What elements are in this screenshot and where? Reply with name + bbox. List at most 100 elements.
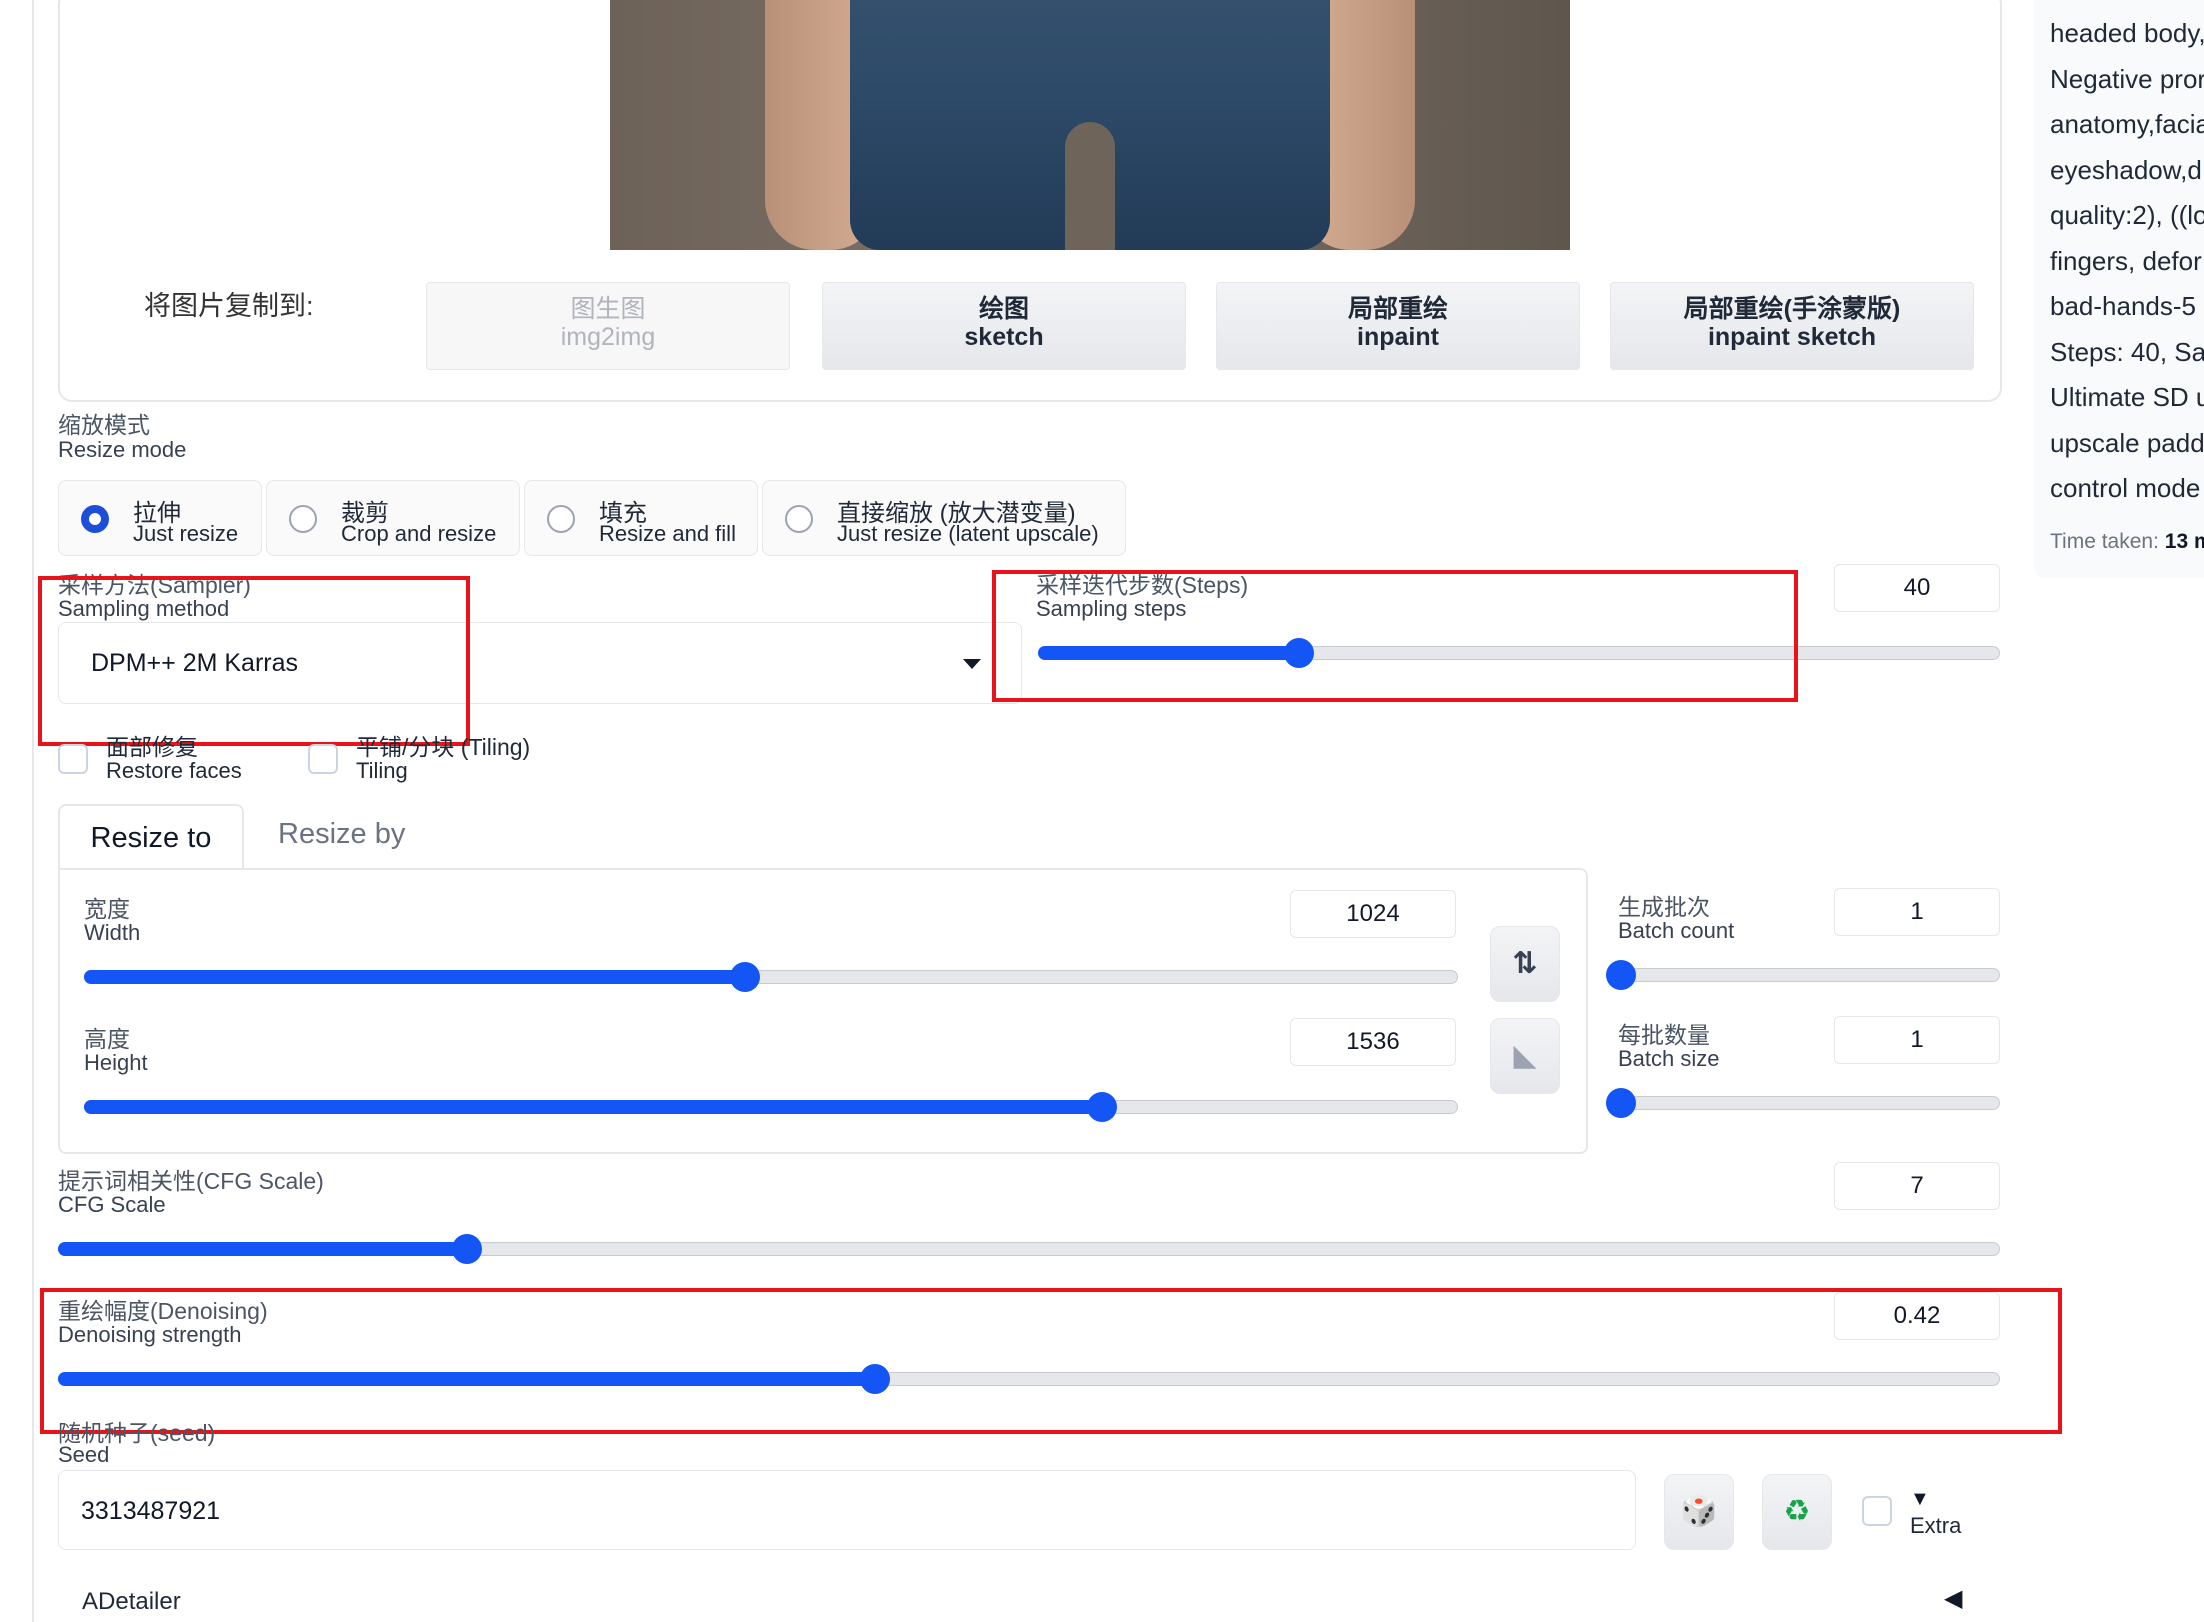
cfg-slider-thumb[interactable] xyxy=(452,1234,482,1264)
batch-size-slider-thumb[interactable] xyxy=(1606,1088,1636,1118)
resize-option-en: Crop and resize xyxy=(341,521,497,546)
resize-option-just-resize[interactable]: 拉伸 Just resize xyxy=(58,480,262,556)
highlight-denoise xyxy=(40,1288,2062,1434)
reuse-seed-button[interactable]: ♻ xyxy=(1762,1474,1832,1550)
random-seed-button[interactable]: 🎲 xyxy=(1664,1474,1734,1550)
ruler-icon: ◣ xyxy=(1513,1039,1537,1072)
resize-mode-label-zh: 缩放模式 xyxy=(58,412,150,438)
time-taken-label: Time taken: xyxy=(2050,530,2165,553)
height-label-zh: 高度 xyxy=(84,1026,130,1052)
adetailer-accordion-label[interactable]: ADetailer xyxy=(82,1588,181,1616)
batch-count-label-zh: 生成批次 xyxy=(1618,894,1710,920)
height-slider[interactable] xyxy=(84,1092,1458,1122)
info-line: Ultimate SD u xyxy=(2050,382,2204,412)
dice-icon: 🎲 xyxy=(1680,1495,1718,1528)
height-slider-fill xyxy=(84,1100,1103,1114)
seed-label-en: Seed xyxy=(58,1442,110,1467)
radio-unselected-icon xyxy=(547,505,575,533)
swap-dimensions-button[interactable]: ⇅ xyxy=(1490,926,1560,1002)
copy-inpaint-en: inpaint xyxy=(1357,323,1439,351)
highlight-sampler xyxy=(38,576,470,746)
time-taken-value: 13 m xyxy=(2164,530,2204,553)
width-label-zh: 宽度 xyxy=(84,896,130,922)
batch-size-number-input[interactable]: 1 xyxy=(1834,1016,2000,1064)
tiling-label-en: Tiling xyxy=(356,758,408,783)
info-line: eyeshadow,d xyxy=(2050,154,2202,185)
resize-option-en: Resize and fill xyxy=(599,521,736,546)
batch-count-slider-thumb[interactable] xyxy=(1606,960,1636,990)
restore-faces-label-en: Restore faces xyxy=(106,758,242,783)
seed-input[interactable]: 3313487921 xyxy=(58,1470,1636,1550)
tiling-checkbox[interactable] xyxy=(308,744,338,774)
radio-unselected-icon xyxy=(785,505,813,533)
copy-inpaint-sketch-en: inpaint sketch xyxy=(1707,323,1877,351)
width-slider-fill xyxy=(84,970,746,984)
width-number-input[interactable]: 1024 xyxy=(1290,890,1456,938)
resize-option-fill[interactable]: 填充 Resize and fill xyxy=(524,480,758,556)
extra-seed-checkbox[interactable] xyxy=(1862,1496,1892,1526)
copy-img2img-zh: 图生图 xyxy=(570,295,646,323)
info-line: headed body, xyxy=(2050,18,2204,48)
cfg-slider[interactable] xyxy=(58,1234,2000,1264)
resize-option-en: Just resize (latent upscale) xyxy=(837,521,1099,546)
cfg-slider-fill xyxy=(58,1242,468,1256)
info-line: fingers, defor xyxy=(2050,245,2202,276)
info-line: Steps: 40, Sar xyxy=(2050,336,2204,367)
left-divider xyxy=(32,0,34,1622)
copy-inpaint-sketch-zh: 局部重绘(手涂蒙版) xyxy=(1683,295,1901,323)
info-line: upscale padd xyxy=(2050,427,2204,458)
extra-label[interactable]: Extra xyxy=(1910,1514,1961,1538)
resize-option-en: Just resize xyxy=(133,521,239,546)
aspect-ratio-button[interactable]: ◣ xyxy=(1490,1018,1560,1094)
output-image-panel: 将图片复制到: 图生图 img2img 绘图 sketch 局部重绘 inpai… xyxy=(58,0,2002,402)
time-taken: Time taken: 13 m xyxy=(2050,530,2204,554)
tiling-label-zh: 平铺/分块 (Tiling) xyxy=(356,734,531,760)
resize-option-latent[interactable]: 直接缩放 (放大潜变量) Just resize (latent upscale… xyxy=(762,480,1126,556)
seed-value: 3313487921 xyxy=(81,1497,221,1525)
triangle-down-icon: ▼ xyxy=(1910,1488,1930,1510)
copy-inpaint-button[interactable]: 局部重绘 inpaint xyxy=(1216,282,1580,370)
copy-to-label: 将图片复制到: xyxy=(144,291,314,321)
batch-size-label-en: Batch size xyxy=(1618,1046,1720,1071)
info-line: control mode xyxy=(2050,473,2201,503)
height-slider-thumb[interactable] xyxy=(1087,1092,1117,1122)
cfg-label-zh: 提示词相关性(CFG Scale) xyxy=(58,1168,324,1194)
batch-size-slider[interactable] xyxy=(1606,1088,2000,1118)
cfg-label-en: CFG Scale xyxy=(58,1192,166,1217)
copy-sketch-button[interactable]: 绘图 sketch xyxy=(822,282,1186,370)
info-line: Negative pror xyxy=(2050,63,2204,94)
batch-count-number-input[interactable]: 1 xyxy=(1834,888,2000,936)
batch-size-label-zh: 每批数量 xyxy=(1618,1022,1710,1048)
recycle-icon: ♻ xyxy=(1783,1495,1811,1528)
copy-inpaint-zh: 局部重绘 xyxy=(1347,295,1448,323)
swap-icon: ⇅ xyxy=(1512,947,1538,980)
batch-count-slider[interactable] xyxy=(1606,960,2000,990)
restore-faces-label-zh: 面部修复 xyxy=(106,734,198,760)
restore-faces-checkbox[interactable] xyxy=(58,744,88,774)
batch-count-label-en: Batch count xyxy=(1618,918,1735,943)
info-line: quality:2), ((lo xyxy=(2050,200,2204,230)
width-label-en: Width xyxy=(84,920,141,945)
steps-number-input[interactable]: 40 xyxy=(1834,564,2000,612)
tab-resize-by[interactable]: Resize by xyxy=(278,818,405,851)
cfg-number-input[interactable]: 7 xyxy=(1834,1162,2000,1210)
highlight-steps xyxy=(992,570,1798,702)
copy-img2img-en: img2img xyxy=(560,323,656,351)
copy-inpaint-sketch-button[interactable]: 局部重绘(手涂蒙版) inpaint sketch xyxy=(1610,282,1974,370)
generated-image[interactable] xyxy=(610,0,1570,250)
radio-unselected-icon xyxy=(289,505,317,533)
tab-resize-to[interactable]: Resize to xyxy=(58,804,244,870)
image-leg-gap xyxy=(1065,122,1115,250)
triangle-left-icon[interactable]: ◀ xyxy=(1944,1584,1962,1613)
width-slider-thumb[interactable] xyxy=(730,962,760,992)
resize-mode-label-en: Resize mode xyxy=(58,437,187,462)
resize-option-crop[interactable]: 裁剪 Crop and resize xyxy=(266,480,520,556)
info-line: anatomy,facia xyxy=(2050,109,2204,139)
info-line: bad-hands-5 xyxy=(2050,291,2196,321)
copy-sketch-zh: 绘图 xyxy=(978,295,1029,323)
copy-img2img-button[interactable]: 图生图 img2img xyxy=(426,282,790,370)
copy-sketch-en: sketch xyxy=(964,323,1044,351)
height-number-input[interactable]: 1536 xyxy=(1290,1018,1456,1066)
width-slider[interactable] xyxy=(84,962,1458,992)
height-label-en: Height xyxy=(84,1050,148,1075)
